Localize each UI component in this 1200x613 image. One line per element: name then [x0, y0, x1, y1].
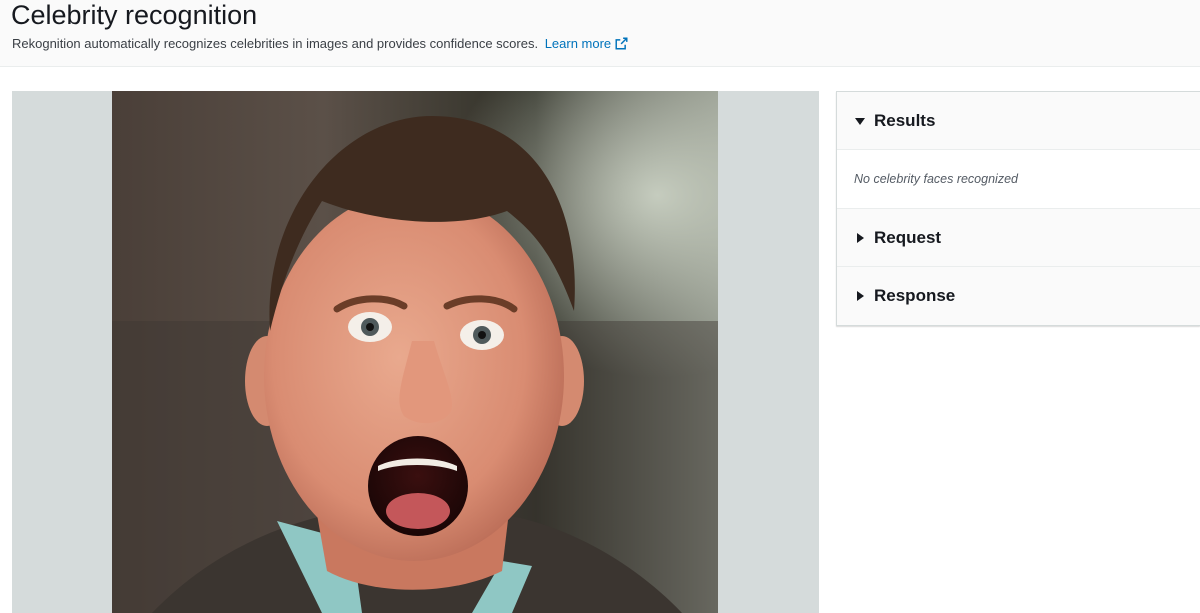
caret-right-icon	[857, 291, 864, 301]
image-preview-panel	[12, 91, 819, 613]
external-link-icon	[615, 37, 628, 50]
results-content: No celebrity faces recognized	[837, 150, 1200, 209]
page-header: Celebrity recognition Rekognition automa…	[0, 0, 1200, 67]
analyzed-photo	[112, 91, 718, 613]
learn-more-label: Learn more	[544, 36, 612, 51]
response-section-toggle[interactable]: Response	[837, 267, 1200, 325]
caret-right-icon	[857, 232, 864, 243]
results-section-title: Results	[874, 110, 936, 130]
page-title: Celebrity recognition	[11, 0, 258, 30]
results-section-toggle[interactable]: Results	[837, 92, 1200, 150]
response-section-title: Response	[874, 286, 956, 305]
results-panel: Results No celebrity faces recognized Re…	[836, 91, 1200, 326]
page-description: Rekognition automatically recognizes cel…	[12, 35, 628, 52]
no-results-message: No celebrity faces recognized	[854, 172, 1018, 186]
request-section-toggle[interactable]: Request	[837, 209, 1200, 267]
request-section-title: Request	[874, 227, 942, 247]
learn-more-link[interactable]: Learn more	[545, 36, 628, 51]
page-description-text: Rekognition automatically recognizes cel…	[12, 36, 539, 51]
caret-down-icon	[855, 117, 865, 125]
